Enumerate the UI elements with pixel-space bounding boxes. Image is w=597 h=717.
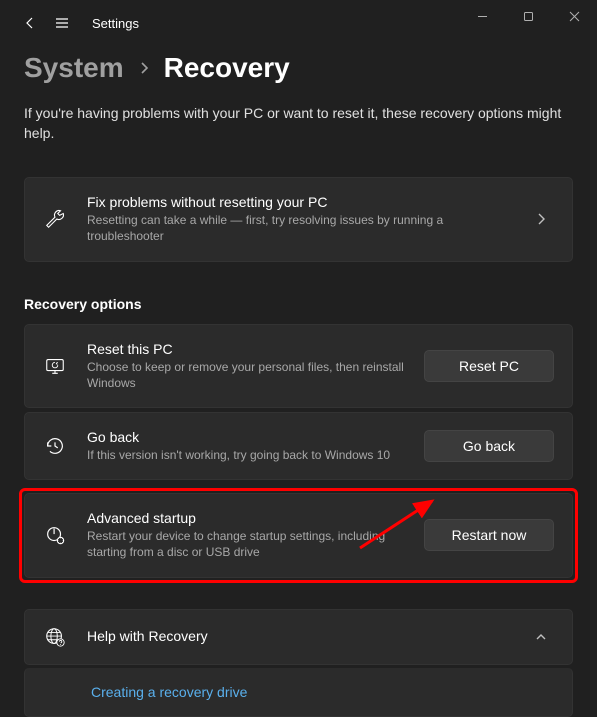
fix-problems-desc: Resetting can take a while — first, try … bbox=[87, 212, 514, 244]
close-button[interactable] bbox=[551, 0, 597, 32]
go-back-card: Go back If this version isn't working, t… bbox=[24, 412, 573, 480]
creating-recovery-drive-link[interactable]: Creating a recovery drive bbox=[91, 684, 247, 700]
breadcrumb-parent[interactable]: System bbox=[24, 52, 124, 84]
reset-pc-card: Reset this PC Choose to keep or remove y… bbox=[24, 324, 573, 408]
power-gear-icon bbox=[43, 524, 67, 546]
globe-help-icon bbox=[43, 626, 67, 648]
intro-text: If you're having problems with your PC o… bbox=[24, 104, 573, 143]
wrench-icon bbox=[43, 208, 67, 230]
minimize-button[interactable] bbox=[459, 0, 505, 32]
reset-pc-button[interactable]: Reset PC bbox=[424, 350, 554, 382]
chevron-right-icon bbox=[534, 212, 554, 226]
history-icon bbox=[43, 435, 67, 457]
breadcrumb: System Recovery bbox=[24, 52, 573, 84]
go-back-button[interactable]: Go back bbox=[424, 430, 554, 462]
chevron-right-icon bbox=[138, 61, 150, 75]
maximize-button[interactable] bbox=[505, 0, 551, 32]
help-recovery-card[interactable]: Help with Recovery bbox=[24, 609, 573, 665]
reset-pc-title: Reset this PC bbox=[87, 341, 404, 357]
chevron-up-icon bbox=[534, 630, 554, 644]
back-button[interactable] bbox=[14, 7, 46, 39]
fix-problems-title: Fix problems without resetting your PC bbox=[87, 194, 514, 210]
page-title: Recovery bbox=[164, 52, 290, 84]
reset-pc-icon bbox=[43, 355, 67, 377]
restart-now-button[interactable]: Restart now bbox=[424, 519, 554, 551]
go-back-desc: If this version isn't working, try going… bbox=[87, 447, 404, 463]
advanced-startup-card: Advanced startup Restart your device to … bbox=[24, 493, 573, 577]
window-controls bbox=[459, 0, 597, 32]
help-link-card[interactable]: Creating a recovery drive bbox=[24, 668, 573, 717]
recovery-options-label: Recovery options bbox=[24, 296, 573, 312]
reset-pc-desc: Choose to keep or remove your personal f… bbox=[87, 359, 404, 391]
go-back-title: Go back bbox=[87, 429, 404, 445]
annotation-highlight: Advanced startup Restart your device to … bbox=[19, 488, 578, 582]
window-title: Settings bbox=[92, 16, 139, 31]
menu-button[interactable] bbox=[46, 7, 78, 39]
fix-problems-card[interactable]: Fix problems without resetting your PC R… bbox=[24, 177, 573, 261]
help-recovery-title: Help with Recovery bbox=[87, 628, 514, 644]
advanced-startup-desc: Restart your device to change startup se… bbox=[87, 528, 404, 560]
advanced-startup-title: Advanced startup bbox=[87, 510, 404, 526]
